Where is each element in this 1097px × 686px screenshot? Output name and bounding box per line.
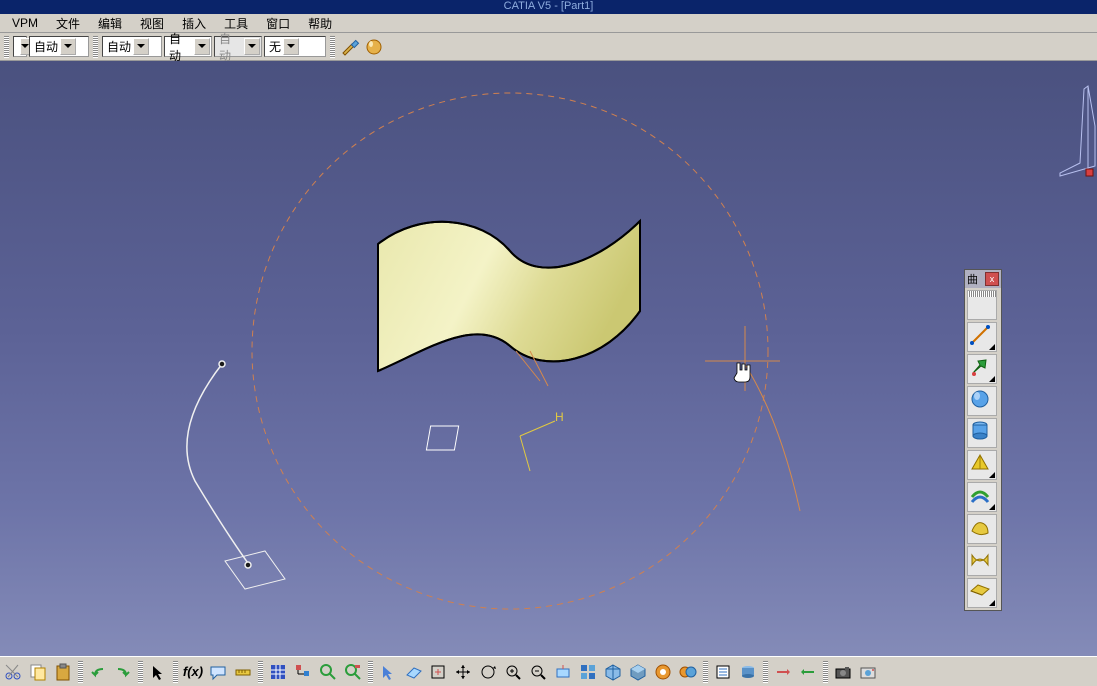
separator [138, 661, 143, 683]
chevron-down-icon[interactable] [244, 38, 260, 55]
toolbar-grip[interactable] [330, 36, 335, 58]
close-icon[interactable]: x [985, 272, 999, 286]
axis-label-h: H [555, 410, 564, 424]
select-arrow-icon[interactable] [147, 661, 169, 683]
menu-window[interactable]: 窗口 [258, 14, 298, 33]
separator [823, 661, 828, 683]
origin-axis-widget[interactable]: H [426, 410, 563, 471]
toggle-icon[interactable] [772, 661, 794, 683]
paint-brush-icon[interactable] [339, 36, 361, 58]
line-tool-icon[interactable] [967, 354, 997, 384]
redo-icon[interactable] [112, 661, 134, 683]
grid-icon[interactable] [267, 661, 289, 683]
iso-view-icon[interactable] [602, 661, 624, 683]
menu-bar: VPM 文件 编辑 视图 插入 工具 窗口 帮助 [0, 14, 1097, 33]
compass-widget[interactable] [1060, 86, 1095, 176]
separator [703, 661, 708, 683]
undo-icon[interactable] [87, 661, 109, 683]
cut-icon[interactable] [2, 661, 24, 683]
cylinder-tool-icon[interactable] [967, 418, 997, 448]
menu-view[interactable]: 视图 [132, 14, 172, 33]
surfaces-tool-panel[interactable]: 曲 x [964, 269, 1002, 611]
mag2-icon[interactable] [342, 661, 364, 683]
shade-icon[interactable] [627, 661, 649, 683]
multi-view-icon[interactable] [577, 661, 599, 683]
zoom-in-icon[interactable] [502, 661, 524, 683]
paste-icon[interactable] [52, 661, 74, 683]
style-toolbar: 自动 自动 自动 自动 无 [0, 33, 1097, 61]
mag-icon[interactable] [317, 661, 339, 683]
separator [78, 661, 83, 683]
toggle2-icon[interactable] [797, 661, 819, 683]
plane-icon[interactable] [402, 661, 424, 683]
hand-cursor-icon [734, 363, 750, 382]
combo-auto-1[interactable]: 自动 [29, 36, 89, 57]
spline-curve-left[interactable] [187, 361, 251, 568]
combo-linestyle[interactable] [13, 36, 27, 57]
sweep-tool-icon[interactable] [967, 450, 997, 480]
combo-auto-2[interactable]: 自动 [102, 36, 162, 57]
combo-auto-4[interactable]: 自动 [214, 36, 262, 57]
normal-view-icon[interactable] [552, 661, 574, 683]
spline-plane-endcap[interactable] [225, 551, 285, 589]
blend-tool-icon[interactable] [967, 546, 997, 576]
menu-help[interactable]: 帮助 [300, 14, 340, 33]
separator [173, 661, 178, 683]
sketch-element-right[interactable] [705, 326, 800, 511]
sketch-circle [252, 93, 768, 609]
menu-vpm[interactable]: VPM [4, 15, 46, 31]
arrow2-icon[interactable] [377, 661, 399, 683]
zoom-out-icon[interactable] [527, 661, 549, 683]
material-sphere-icon[interactable] [363, 36, 385, 58]
menu-edit[interactable]: 编辑 [90, 14, 130, 33]
sphere-tool-icon[interactable] [967, 386, 997, 416]
swap-icon[interactable] [677, 661, 699, 683]
properties-icon[interactable] [712, 661, 734, 683]
toolbar-grip[interactable] [93, 36, 98, 58]
compass-handle-icon[interactable] [1086, 169, 1093, 176]
chevron-down-icon[interactable] [194, 38, 210, 55]
panel-title-text: 曲 [967, 271, 978, 287]
pan-icon[interactable] [452, 661, 474, 683]
panel-title-bar[interactable]: 曲 x [965, 270, 1001, 288]
combo-none[interactable]: 无 [264, 36, 326, 57]
hide-icon[interactable] [652, 661, 674, 683]
3d-viewport[interactable]: H [0, 61, 1097, 656]
menu-file[interactable]: 文件 [48, 14, 88, 33]
window-title: CATIA V5 - [Part1] [504, 0, 594, 12]
chevron-down-icon[interactable] [283, 38, 299, 55]
panel-grip[interactable] [967, 290, 997, 320]
chevron-down-icon[interactable] [60, 38, 76, 55]
multisection-tool-icon[interactable] [967, 578, 997, 608]
tree-icon[interactable] [292, 661, 314, 683]
fill-tool-icon[interactable] [967, 514, 997, 544]
camera-icon[interactable] [832, 661, 854, 683]
separator [368, 661, 373, 683]
separator [258, 661, 263, 683]
freeform-surface[interactable] [378, 221, 640, 371]
separator [763, 661, 768, 683]
fit-icon[interactable] [427, 661, 449, 683]
panel-body [965, 288, 1001, 610]
snapshot-icon[interactable] [857, 661, 879, 683]
point-tool-icon[interactable] [967, 322, 997, 352]
cache-icon[interactable] [737, 661, 759, 683]
combo-auto-3[interactable]: 自动 [164, 36, 212, 57]
window-title-bar: CATIA V5 - [Part1] [0, 0, 1097, 14]
bottom-toolbar: f(x) [0, 656, 1097, 686]
rotate-icon[interactable] [477, 661, 499, 683]
formula-icon[interactable]: f(x) [182, 661, 204, 683]
chat-icon[interactable] [207, 661, 229, 683]
copy-icon[interactable] [27, 661, 49, 683]
offset-tool-icon[interactable] [967, 482, 997, 512]
measure-icon[interactable] [232, 661, 254, 683]
chevron-down-icon[interactable] [133, 38, 149, 55]
toolbar-grip[interactable] [4, 36, 9, 58]
